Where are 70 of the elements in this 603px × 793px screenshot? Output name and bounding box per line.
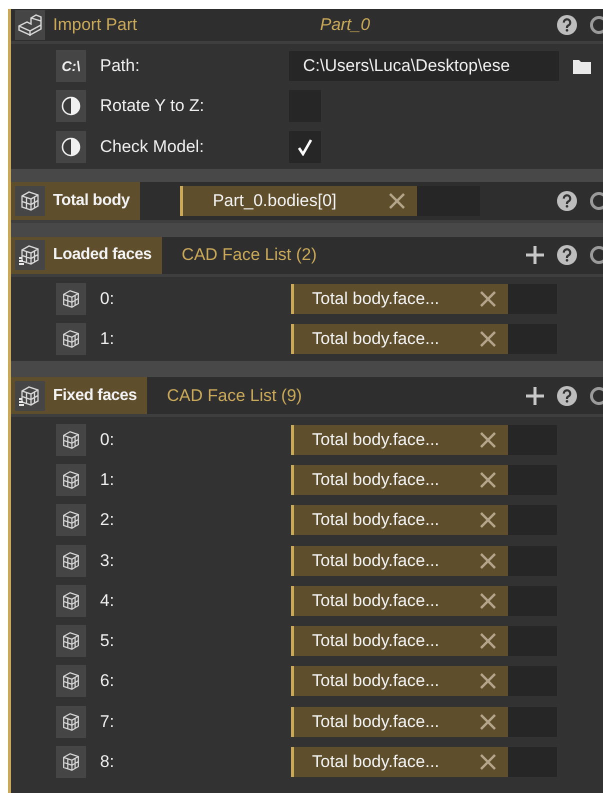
face-reference: Total body.face... (312, 430, 440, 450)
drive-icon: C:\ (56, 50, 86, 82)
add-icon[interactable] (525, 245, 545, 266)
help-icon[interactable] (557, 15, 577, 35)
item-index: 4: (100, 590, 116, 611)
help-icon[interactable] (557, 386, 577, 406)
stairs-icon (17, 12, 43, 38)
remove-icon[interactable] (480, 592, 496, 609)
list-summary: CAD Face List (9) (166, 386, 302, 406)
param-label: Rotate Y to Z: (100, 96, 206, 116)
cube-icon (60, 468, 82, 491)
contrast-icon (61, 136, 81, 157)
cube-icon (60, 751, 82, 773)
remove-icon[interactable] (480, 472, 496, 488)
section-title: Total body (53, 192, 130, 210)
item-index: 0: (100, 289, 116, 310)
remove-icon[interactable] (480, 331, 496, 348)
item-index: 1: (100, 329, 116, 350)
item-index: 6: (100, 671, 116, 692)
face-reference: Total body.face... (312, 712, 440, 732)
face-reference: Total body.face... (312, 752, 440, 772)
item-index: 1: (100, 470, 116, 490)
face-reference: Total body.face... (312, 590, 440, 611)
face-reference: Total body.face... (312, 329, 440, 350)
list-summary: CAD Face List (2) (182, 245, 317, 266)
instance-name: Part_0 (320, 15, 370, 35)
remove-icon[interactable] (388, 192, 405, 209)
path-field[interactable]: C:\Users\Luca\Desktop\ese (289, 51, 559, 82)
face-reference: Total body.face... (312, 470, 440, 490)
remove-icon[interactable] (480, 754, 496, 770)
cube-icon (60, 328, 82, 350)
param-label: Path: (100, 56, 141, 76)
face-reference: Total body.face... (312, 510, 440, 530)
item-index: 5: (100, 631, 116, 652)
remove-icon[interactable] (480, 633, 496, 650)
cube-icon (60, 590, 82, 612)
cube-icon (60, 670, 82, 692)
body-reference: Part_0.bodies[0] (212, 190, 337, 211)
cube-icon (60, 288, 82, 310)
help-icon[interactable] (557, 190, 577, 211)
cube-icon (60, 509, 82, 532)
cube-icon (60, 550, 82, 572)
face-reference: Total body.face... (312, 631, 440, 652)
item-index: 8: (100, 752, 116, 772)
face-reference: Total body.face... (312, 550, 440, 571)
remove-icon[interactable] (480, 552, 496, 569)
folder-icon[interactable] (573, 58, 591, 74)
param-label: Check Model: (100, 136, 205, 157)
check-icon (297, 138, 313, 156)
add-icon[interactable] (525, 386, 545, 406)
item-index: 0: (100, 430, 116, 450)
remove-icon[interactable] (480, 673, 496, 690)
face-reference: Total body.face... (312, 671, 440, 692)
remove-icon[interactable] (480, 714, 496, 730)
face-reference: Total body.face... (312, 289, 440, 310)
remove-icon[interactable] (480, 291, 496, 308)
remove-icon[interactable] (480, 432, 496, 448)
section-title: Fixed faces (53, 386, 137, 405)
item-index: 7: (100, 712, 116, 732)
cube-icon (60, 630, 82, 652)
help-icon[interactable] (557, 245, 577, 266)
section-title: Loaded faces (53, 246, 152, 264)
checkbox[interactable] (289, 130, 321, 163)
remove-icon[interactable] (480, 512, 496, 528)
cube-icon (60, 428, 82, 451)
item-index: 3: (100, 550, 116, 571)
cube-icon (60, 710, 82, 733)
contrast-icon (61, 96, 81, 116)
item-index: 2: (100, 510, 116, 530)
section-title: Import Part (53, 15, 138, 35)
